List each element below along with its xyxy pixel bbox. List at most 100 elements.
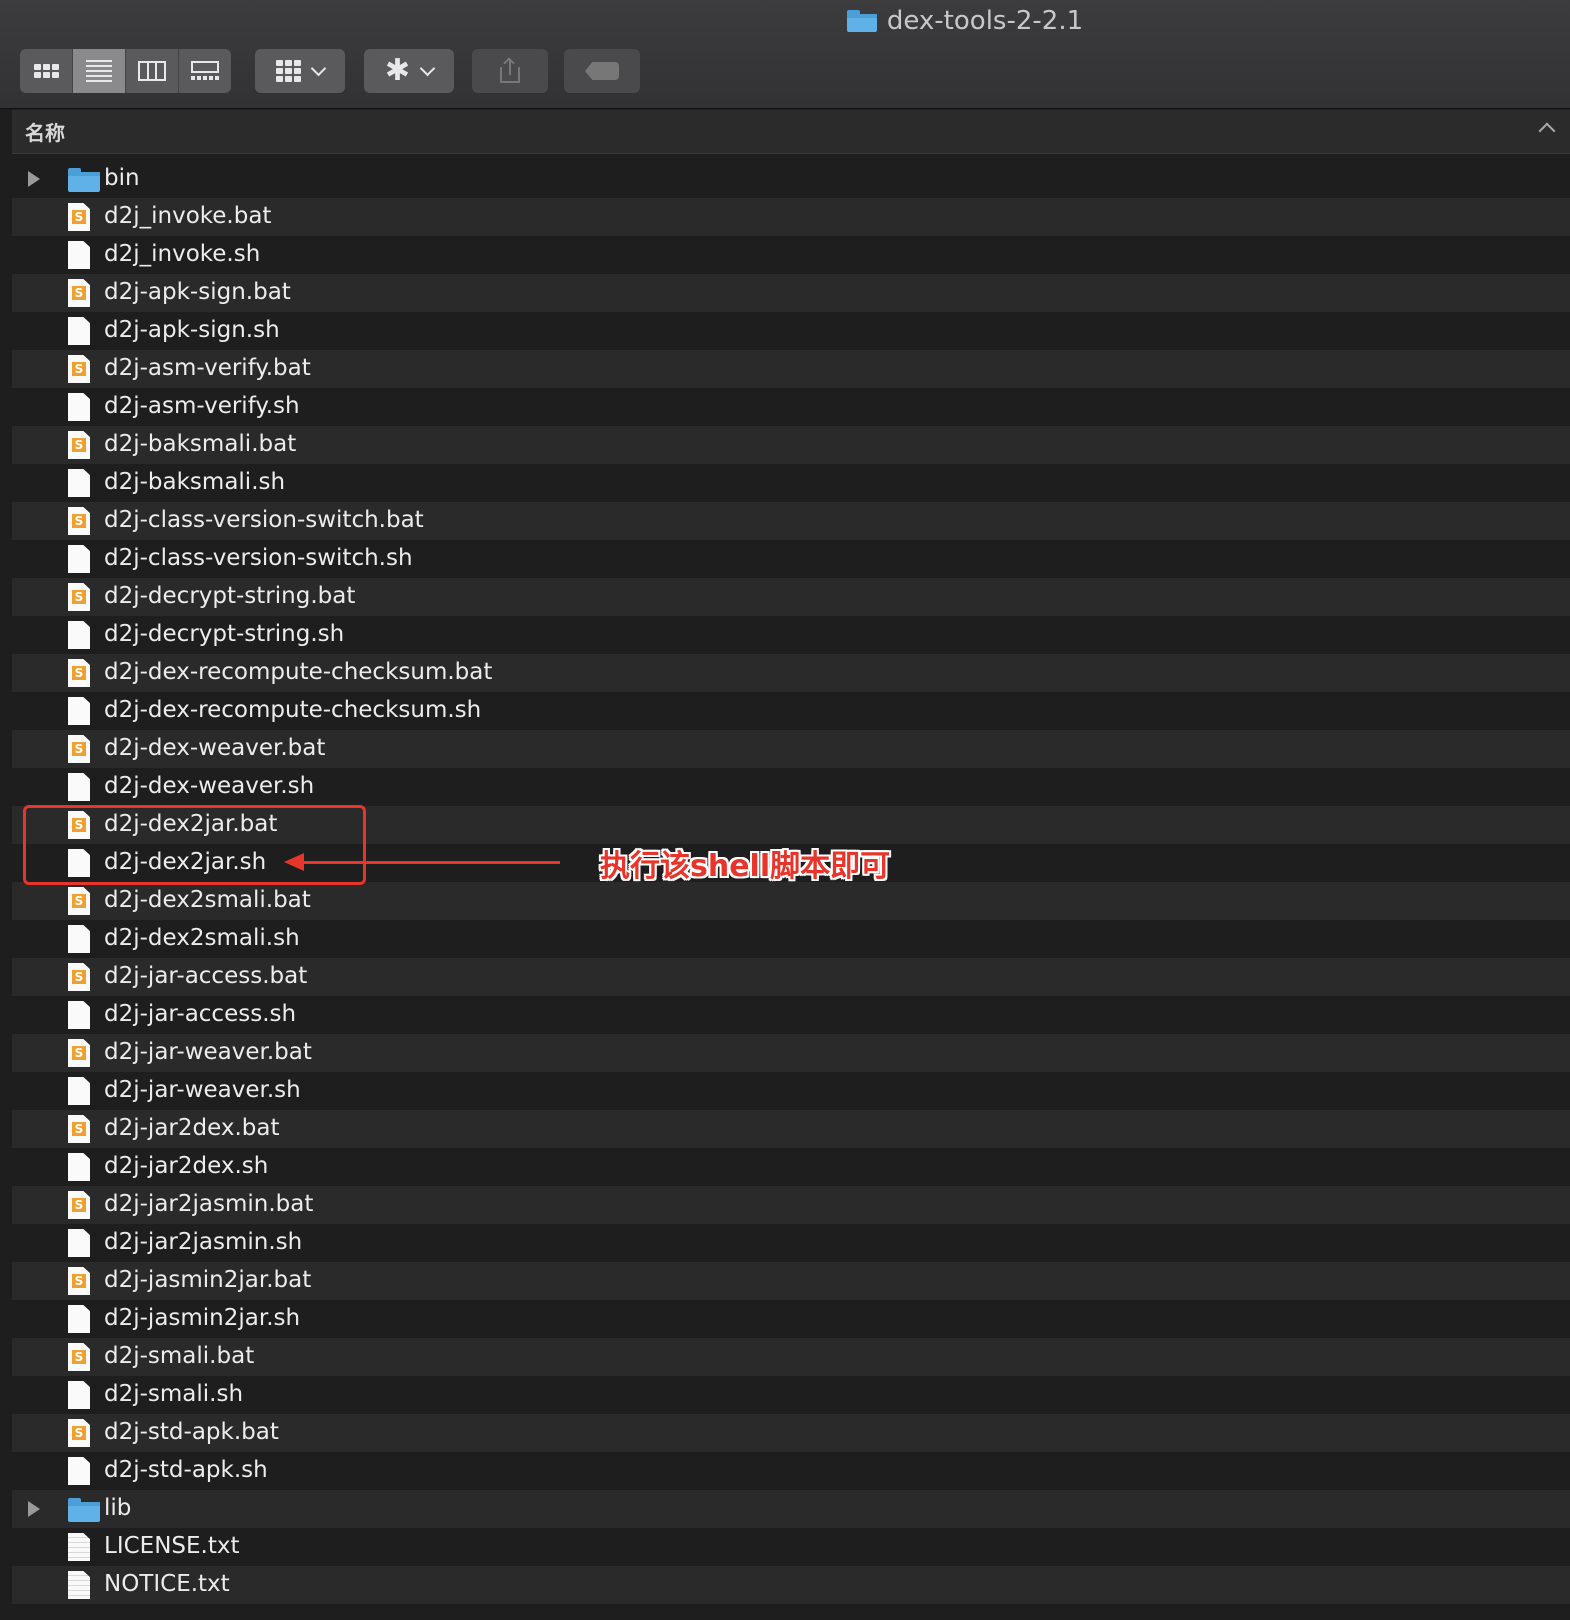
column-header-label: 名称 <box>25 121 65 145</box>
file-name: d2j-dex-recompute-checksum.bat <box>104 659 493 685</box>
list-item[interactable]: d2j-jar2jasmin.bat <box>12 1186 1570 1224</box>
file-name: d2j-dex-recompute-checksum.sh <box>104 697 482 723</box>
icon-view-button[interactable] <box>20 49 73 93</box>
document-icon <box>68 1153 90 1181</box>
list-item[interactable]: d2j-dex-weaver.sh <box>12 768 1570 806</box>
grid-icon <box>33 64 59 78</box>
file-name: d2j-jar-access.sh <box>104 1001 297 1027</box>
file-name: d2j-dex-weaver.bat <box>104 735 326 761</box>
list-item[interactable]: d2j_invoke.bat <box>12 198 1570 236</box>
file-name: d2j-smali.bat <box>104 1343 255 1369</box>
bat-file-icon <box>68 1343 90 1371</box>
list-item[interactable]: d2j-smali.bat <box>12 1338 1570 1376</box>
document-icon <box>68 697 90 725</box>
list-item[interactable]: d2j-dex-recompute-checksum.bat <box>12 654 1570 692</box>
document-icon <box>68 1305 90 1333</box>
gallery-view-button[interactable] <box>179 49 231 93</box>
list-item[interactable]: lib <box>12 1490 1570 1528</box>
folder-icon <box>68 165 100 196</box>
list-item[interactable]: d2j-std-apk.sh <box>12 1452 1570 1490</box>
document-icon <box>68 773 90 801</box>
file-name: d2j-jasmin2jar.bat <box>104 1267 312 1293</box>
list-item[interactable]: d2j-jasmin2jar.sh <box>12 1300 1570 1338</box>
document-icon <box>68 925 90 953</box>
columns-icon <box>138 61 166 81</box>
list-item[interactable]: d2j-baksmali.sh <box>12 464 1570 502</box>
list-item[interactable]: LICENSE.txt <box>12 1528 1570 1566</box>
window-title: dex-tools-2-2.1 <box>0 6 1570 36</box>
list-item[interactable]: d2j-asm-verify.bat <box>12 350 1570 388</box>
chevron-down-icon <box>419 60 436 77</box>
list-item[interactable]: d2j-decrypt-string.bat <box>12 578 1570 616</box>
document-icon <box>68 393 90 421</box>
list-item[interactable]: d2j-apk-sign.sh <box>12 312 1570 350</box>
list-item[interactable]: d2j-jar2dex.bat <box>12 1110 1570 1148</box>
list-item[interactable]: d2j-smali.sh <box>12 1376 1570 1414</box>
file-name: d2j-class-version-switch.sh <box>104 545 413 571</box>
list-item[interactable]: d2j-dex-weaver.bat <box>12 730 1570 768</box>
list-icon <box>86 60 112 82</box>
list-item[interactable]: d2j_invoke.sh <box>12 236 1570 274</box>
tag-button[interactable] <box>564 49 640 93</box>
file-name: d2j-class-version-switch.bat <box>104 507 424 533</box>
list-item[interactable]: d2j-baksmali.bat <box>12 426 1570 464</box>
finder-titlebar: dex-tools-2-2.1 ✱ <box>0 0 1570 109</box>
bat-file-icon <box>68 1039 90 1067</box>
file-name: d2j-std-apk.sh <box>104 1457 268 1483</box>
list-item[interactable]: d2j-jar-access.sh <box>12 996 1570 1034</box>
bat-file-icon <box>68 659 90 687</box>
file-name: d2j-jar2jasmin.sh <box>104 1229 303 1255</box>
file-name: d2j-jar2jasmin.bat <box>104 1191 314 1217</box>
file-name: d2j-dex2smali.bat <box>104 887 311 913</box>
list-item[interactable]: d2j-jasmin2jar.bat <box>12 1262 1570 1300</box>
bat-file-icon <box>68 963 90 991</box>
list-item[interactable]: d2j-jar2jasmin.sh <box>12 1224 1570 1262</box>
file-name: d2j_invoke.bat <box>104 203 272 229</box>
file-name: d2j-baksmali.sh <box>104 469 286 495</box>
file-name: d2j-jar-weaver.sh <box>104 1077 301 1103</box>
list-item[interactable]: d2j-jar-weaver.bat <box>12 1034 1570 1072</box>
list-item[interactable]: NOTICE.txt <box>12 1566 1570 1604</box>
document-icon <box>68 621 90 649</box>
file-name: d2j-std-apk.bat <box>104 1419 279 1445</box>
list-item[interactable]: d2j-jar-access.bat <box>12 958 1570 996</box>
list-item[interactable]: d2j-apk-sign.bat <box>12 274 1570 312</box>
list-item[interactable]: d2j-jar-weaver.sh <box>12 1072 1570 1110</box>
window-title-text: dex-tools-2-2.1 <box>886 6 1084 36</box>
file-name: d2j-jar2dex.sh <box>104 1153 269 1179</box>
document-icon <box>68 1229 90 1257</box>
share-button[interactable] <box>472 49 548 93</box>
list-item[interactable]: d2j-dex2smali.sh <box>12 920 1570 958</box>
list-item[interactable]: d2j-decrypt-string.sh <box>12 616 1570 654</box>
sort-ascending-icon <box>1538 122 1556 140</box>
group-by-button[interactable] <box>255 49 345 93</box>
text-file-icon <box>68 1571 90 1599</box>
file-name: d2j-asm-verify.bat <box>104 355 311 381</box>
document-icon <box>68 1457 90 1485</box>
list-item[interactable]: d2j-jar2dex.sh <box>12 1148 1570 1186</box>
file-name: d2j-jar-weaver.bat <box>104 1039 312 1065</box>
list-item[interactable]: d2j-class-version-switch.sh <box>12 540 1570 578</box>
bat-file-icon <box>68 1419 90 1447</box>
list-item[interactable]: d2j-class-version-switch.bat <box>12 502 1570 540</box>
file-name: d2j-smali.sh <box>104 1381 244 1407</box>
list-item[interactable]: d2j-std-apk.bat <box>12 1414 1570 1452</box>
column-view-button[interactable] <box>126 49 179 93</box>
list-item[interactable]: bin <box>12 160 1570 198</box>
document-icon <box>68 545 90 573</box>
file-name: d2j-dex-weaver.sh <box>104 773 315 799</box>
list-item[interactable]: d2j-asm-verify.sh <box>12 388 1570 426</box>
list-item[interactable]: d2j-dex2smali.bat <box>12 882 1570 920</box>
column-header-name[interactable]: 名称 <box>12 110 1570 154</box>
disclosure-triangle-icon[interactable] <box>28 171 40 187</box>
share-icon <box>500 57 520 83</box>
list-item[interactable]: d2j-dex-recompute-checksum.sh <box>12 692 1570 730</box>
file-name: d2j-dex2smali.sh <box>104 925 300 951</box>
bat-file-icon <box>68 887 90 915</box>
list-view-button[interactable] <box>73 49 126 93</box>
disclosure-triangle-icon[interactable] <box>28 1501 40 1517</box>
annotation-text: 执行该shell脚本即可 <box>600 849 891 884</box>
action-menu-button[interactable]: ✱ <box>364 49 454 93</box>
annotation-arrow-head <box>284 853 304 871</box>
text-file-icon <box>68 1533 90 1561</box>
